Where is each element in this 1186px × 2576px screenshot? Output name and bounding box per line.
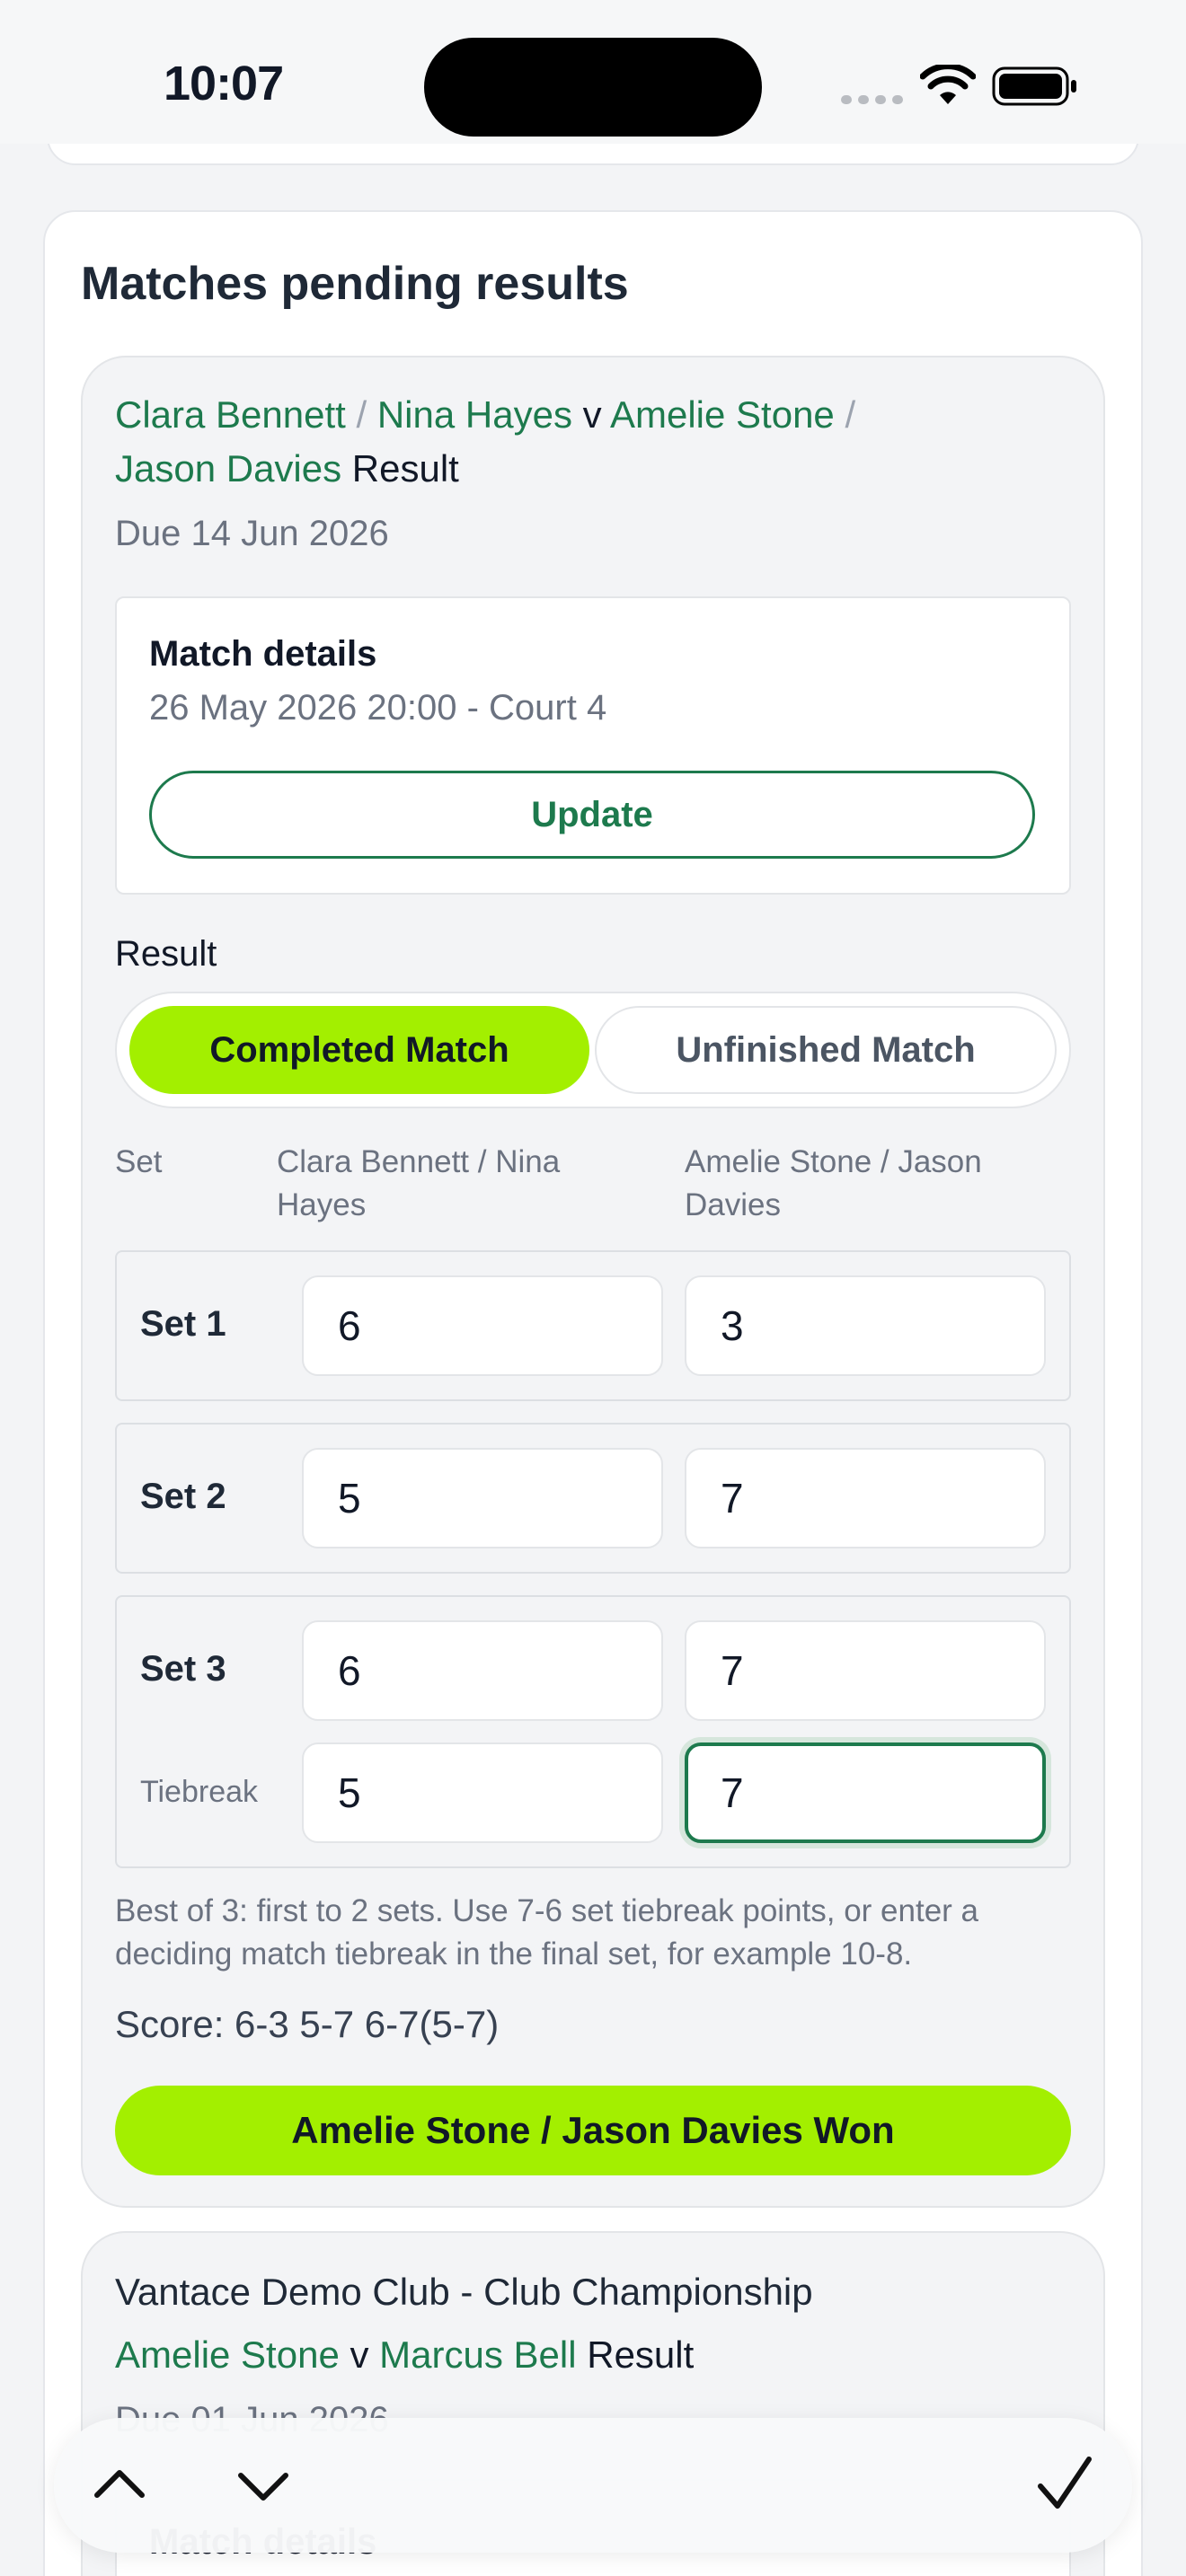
set-label: Set 2 [140, 1477, 226, 1516]
team1-score-input[interactable]: 5 [302, 1448, 663, 1548]
player-link[interactable]: Amelie Stone [610, 393, 835, 436]
match-details-title: Match details [149, 634, 377, 674]
section-title: Matches pending results [81, 258, 629, 310]
player-link[interactable]: Nina Hayes [377, 393, 572, 436]
battery-icon [992, 66, 1076, 106]
column-header-team1: Clara Bennett / Nina Hayes [277, 1144, 561, 1222]
completed-match-option[interactable]: Completed Match [129, 1006, 589, 1094]
team1-score-input[interactable]: 6 [302, 1620, 663, 1721]
screen: 10:07 Matches pending results Clara Benn… [0, 0, 1186, 2576]
chevron-down-icon[interactable] [232, 2454, 295, 2517]
separator: / [845, 393, 856, 436]
versus: v [350, 2333, 369, 2376]
result-label: Result [115, 934, 217, 974]
team2-tiebreak-input[interactable]: 7 [685, 1742, 1046, 1843]
update-button[interactable]: Update [149, 771, 1035, 859]
column-header-set: Set [115, 1144, 163, 1179]
competition-name: Vantace Demo Club - Club Championship [115, 2271, 813, 2313]
result-word: Result [587, 2333, 695, 2376]
player-link[interactable]: Marcus Bell [379, 2333, 576, 2376]
team2-score-input[interactable]: 3 [685, 1275, 1046, 1376]
winner-button[interactable]: Amelie Stone / Jason Davies Won [115, 2086, 1071, 2175]
versus: v [582, 393, 602, 436]
set-label: Set 1 [140, 1304, 226, 1344]
team2-score-input[interactable]: 7 [685, 1448, 1046, 1548]
team2-score-input[interactable]: 7 [685, 1620, 1046, 1721]
keyboard-toolbar [54, 2418, 1132, 2553]
team1-tiebreak-input[interactable]: 5 [302, 1742, 663, 1843]
format-hint: Best of 3: first to 2 sets. Use 7-6 set … [115, 1893, 979, 1972]
checkmark-icon[interactable] [1033, 2452, 1096, 2515]
separator: / [356, 393, 367, 436]
clock: 10:07 [164, 57, 284, 110]
tiebreak-label: Tiebreak [140, 1775, 259, 1809]
player-link[interactable]: Clara Bennett [115, 393, 346, 436]
result-word: Result [351, 447, 459, 490]
due-date: Due 14 Jun 2026 [115, 514, 389, 553]
match-players-line-2: Jason Davies Result [115, 442, 459, 496]
player-link[interactable]: Jason Davies [115, 447, 341, 490]
set-label: Set 3 [140, 1649, 226, 1689]
dynamic-island [424, 38, 762, 137]
player-link[interactable]: Amelie Stone [115, 2333, 340, 2376]
match-players-line-1: Clara Bennett / Nina Hayes v Amelie Ston… [115, 388, 855, 442]
team1-score-input[interactable]: 6 [302, 1275, 663, 1376]
match-players-line: Amelie Stone v Marcus Bell Result [115, 2333, 694, 2377]
wifi-icon [920, 65, 976, 104]
score-summary: Score: 6-3 5-7 6-7(5-7) [115, 2003, 500, 2045]
match-datetime-court: 26 May 2026 20:00 - Court 4 [149, 688, 607, 728]
chevron-up-icon[interactable] [88, 2454, 151, 2517]
cellular-signal-icon [841, 95, 903, 104]
unfinished-match-option[interactable]: Unfinished Match [595, 1006, 1057, 1094]
status-bar: 10:07 [0, 0, 1186, 144]
column-header-team2: Amelie Stone / Jason Davies [685, 1144, 982, 1222]
